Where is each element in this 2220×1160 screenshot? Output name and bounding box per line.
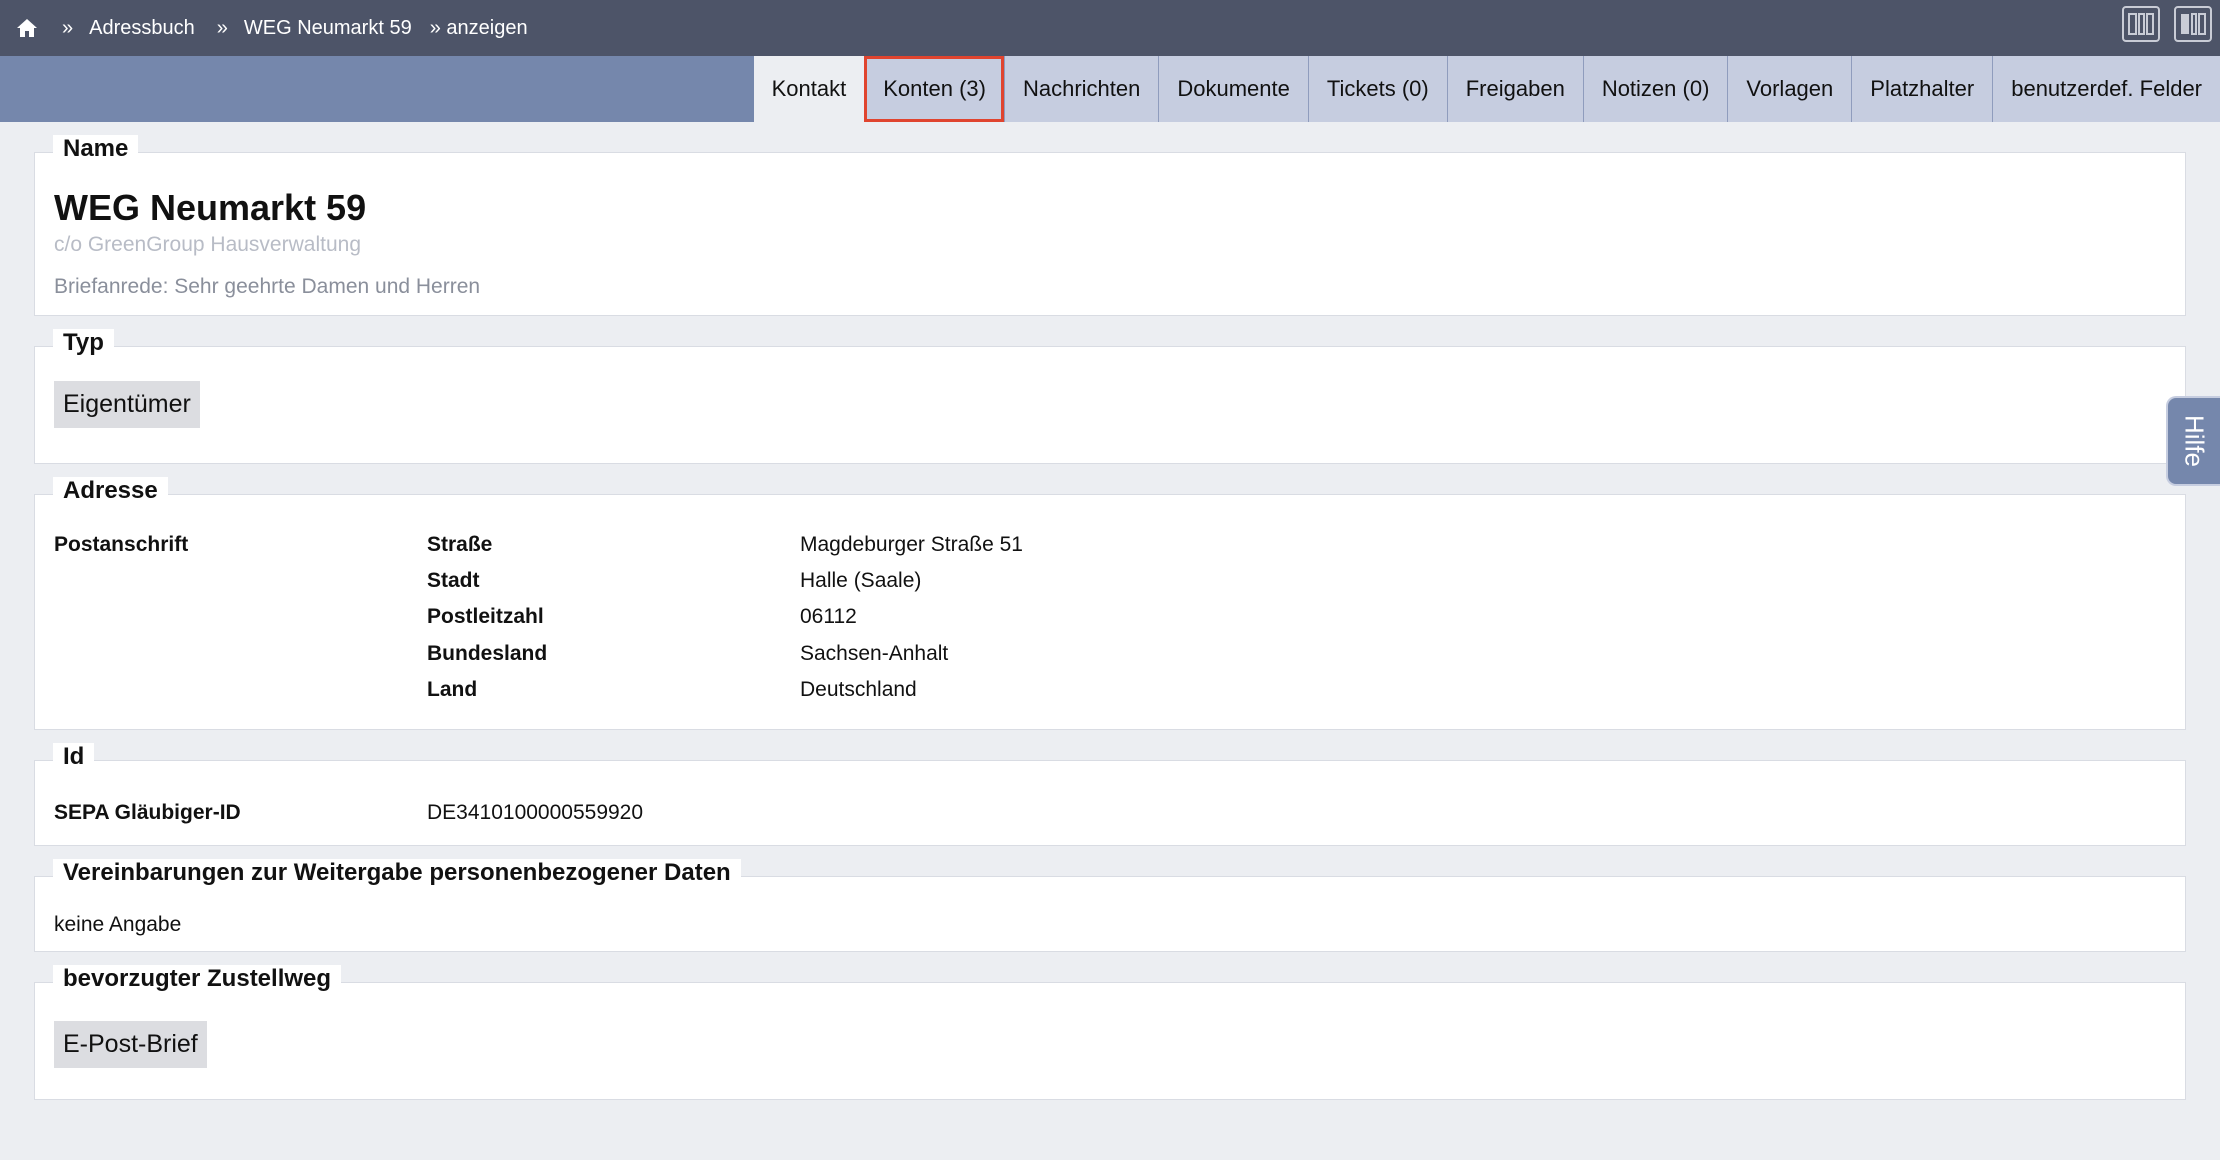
contact-details: Name WEG Neumarkt 59 c/o GreenGroup Haus… [34, 135, 2186, 1130]
breadcrumb-current: » anzeigen [429, 16, 528, 39]
name-section: Name WEG Neumarkt 59 c/o GreenGroup Haus… [34, 135, 2186, 316]
tab-freigaben[interactable]: Freigaben [1446, 56, 1583, 122]
tab-platzhalter[interactable]: Platzhalter [1851, 56, 1993, 122]
top-bar: » Adressbuch » WEG Neumarkt 59 » anzeige… [0, 0, 2220, 56]
address-label-bundesland: Bundesland [427, 642, 548, 665]
layout-two-columns-icon[interactable] [2122, 6, 2160, 42]
address-section: Adresse Postanschrift Straße Magdeburger… [34, 477, 2186, 730]
section-legend-id: Id [53, 743, 95, 771]
address-value-bundesland: Sachsen-Anhalt [800, 642, 949, 665]
tab-konten[interactable]: Konten (3) [864, 56, 1004, 122]
sepa-creditor-id-value: DE3410100000559920 [427, 801, 644, 824]
data-sharing-value: keine Angabe [54, 913, 182, 936]
typ-section: Typ Eigentümer [34, 329, 2186, 464]
help-tab-label: Hilfe [2179, 414, 2210, 468]
address-label-land: Land [427, 678, 478, 701]
contact-name: WEG Neumarkt 59 [54, 187, 367, 228]
data-sharing-section: Vereinbarungen zur Weitergabe personenbe… [34, 859, 2186, 952]
tab-kontakt[interactable]: Kontakt [753, 56, 865, 122]
tab-vorlagen[interactable]: Vorlagen [1727, 56, 1852, 122]
breadcrumb-separator: » [62, 16, 74, 39]
layout-single-column-icon[interactable] [2174, 6, 2212, 42]
section-legend-typ: Typ [53, 329, 114, 357]
tabs: Kontakt Konten (3) Nachrichten Dokumente… [753, 56, 2220, 122]
section-legend-vereinbarungen: Vereinbarungen zur Weitergabe personenbe… [53, 859, 741, 887]
address-value-land: Deutschland [800, 678, 917, 701]
breadcrumb-separator: » [216, 16, 228, 39]
tab-tickets[interactable]: Tickets (0) [1307, 56, 1447, 122]
home-icon[interactable] [14, 15, 40, 41]
breadcrumb-contact[interactable]: WEG Neumarkt 59 [244, 17, 412, 40]
delivery-method-tag: E-Post-Brief [54, 1021, 207, 1068]
tab-nachrichten[interactable]: Nachrichten [1003, 56, 1159, 122]
salutation: Briefanrede: Sehr geehrte Damen und Herr… [54, 275, 481, 298]
sepa-creditor-id-label: SEPA Gläubiger-ID [54, 801, 241, 824]
address-label-strasse: Straße [427, 533, 493, 556]
section-legend-adresse: Adresse [53, 477, 168, 505]
tab-notizen[interactable]: Notizen (0) [1582, 56, 1728, 122]
tab-bar: Kontakt Konten (3) Nachrichten Dokumente… [0, 56, 2220, 122]
address-value-strasse: Magdeburger Straße 51 [800, 533, 1023, 556]
layout-toggles [2122, 6, 2212, 42]
address-label-stadt: Stadt [427, 569, 480, 592]
type-tag: Eigentümer [54, 381, 200, 428]
tab-dokumente[interactable]: Dokumente [1158, 56, 1308, 122]
address-value-postleitzahl: 06112 [800, 605, 857, 628]
id-section: Id SEPA Gläubiger-ID DE3410100000559920 [34, 743, 2186, 846]
address-label-postleitzahl: Postleitzahl [427, 605, 544, 628]
section-legend-zustellweg: bevorzugter Zustellweg [53, 965, 342, 993]
delivery-method-section: bevorzugter Zustellweg E-Post-Brief [34, 965, 2186, 1100]
address-value-stadt: Halle (Saale) [800, 569, 922, 592]
address-group-label: Postanschrift [54, 533, 189, 556]
tab-benutzerdef-felder[interactable]: benutzerdef. Felder [1992, 56, 2220, 122]
section-legend-name: Name [53, 135, 139, 163]
breadcrumb-adressbuch[interactable]: Adressbuch [89, 17, 195, 40]
care-of-line: c/o GreenGroup Hausverwaltung [54, 233, 361, 256]
help-tab[interactable]: Hilfe [2166, 396, 2220, 486]
